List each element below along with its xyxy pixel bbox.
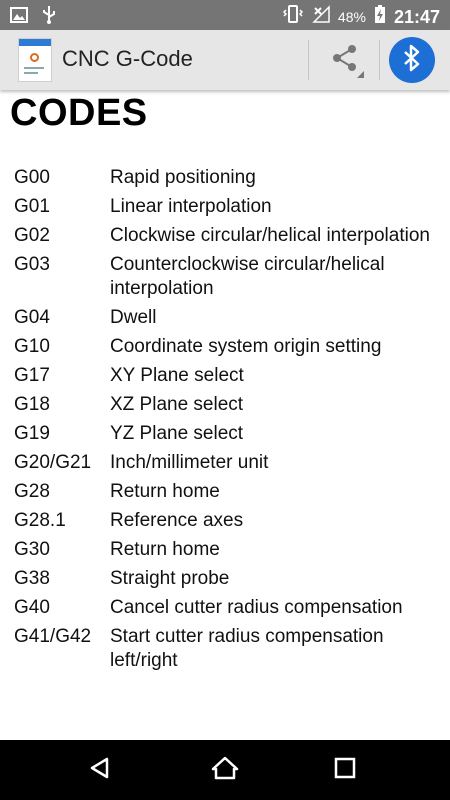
- code-cell: G03: [14, 254, 50, 275]
- description-cell: Rapid positioning: [110, 167, 256, 188]
- vibrate-icon: [282, 5, 304, 28]
- description-cell: XZ Plane select: [110, 394, 244, 415]
- table-row: G01 Linear interpolation: [0, 195, 450, 219]
- table-row: G28.1 Reference axes: [0, 509, 450, 533]
- app-title: CNC G-Code: [62, 46, 193, 71]
- app-bar: CNC G-Code: [0, 30, 450, 90]
- recents-icon: [334, 757, 356, 784]
- codes-table[interactable]: G00 Rapid positioning G01 Linear interpola…: [0, 166, 450, 676]
- status-bar: 48% 21:47: [0, 0, 450, 30]
- description-cell: Cancel cutter radius compensation: [110, 597, 403, 618]
- app-logo: [18, 38, 52, 82]
- battery-charging-icon: [374, 4, 386, 29]
- home-icon: [211, 756, 239, 785]
- share-icon: [330, 43, 360, 78]
- home-button[interactable]: [209, 754, 241, 786]
- code-cell: G18: [14, 394, 50, 415]
- table-row: G00 Rapid positioning: [0, 166, 450, 190]
- code-cell: G30: [14, 539, 50, 560]
- table-row: G28 Return home: [0, 480, 450, 504]
- code-cell: G00: [14, 167, 50, 188]
- code-cell: G41/G42: [14, 626, 92, 647]
- table-row: G10 Coordinate system origin setting: [0, 335, 450, 359]
- battery-percent: 48%: [337, 8, 366, 25]
- table-row: G40 Cancel cutter radius compensation: [0, 596, 450, 620]
- description-cell: Return home: [110, 539, 220, 560]
- description-cell: Start cutter radius compensation left/ri…: [110, 626, 384, 671]
- table-row: G38 Straight probe: [0, 567, 450, 591]
- bluetooth-button[interactable]: [389, 37, 435, 83]
- description-cell: Inch/millimeter unit: [110, 452, 269, 473]
- toolbar-divider: [379, 40, 380, 80]
- table-row: G18 XZ Plane select: [0, 393, 450, 417]
- description-cell: YZ Plane select: [110, 423, 244, 444]
- code-cell: G28.1: [14, 510, 66, 531]
- clock: 21:47: [393, 6, 440, 27]
- code-cell: G20/G21: [14, 452, 92, 473]
- back-button[interactable]: [84, 754, 116, 786]
- code-cell: G01: [14, 196, 50, 217]
- share-button[interactable]: [312, 30, 378, 90]
- bluetooth-icon: [400, 43, 424, 78]
- table-row: G03 Counterclockwise circular/helical int…: [0, 253, 450, 301]
- description-cell: Coordinate system origin setting: [110, 336, 382, 357]
- code-cell: G02: [14, 225, 50, 246]
- code-cell: G04: [14, 307, 50, 328]
- description-cell: Straight probe: [110, 568, 230, 589]
- code-cell: G38: [14, 568, 50, 589]
- code-cell: G10: [14, 336, 50, 357]
- description-cell: Linear interpolation: [110, 196, 272, 217]
- table-row: G04 Dwell: [0, 306, 450, 330]
- description-cell: Dwell: [110, 307, 157, 328]
- description-cell: Counterclockwise circular/helical interp…: [110, 254, 385, 299]
- page-heading: CODES: [10, 92, 148, 134]
- table-row: G41/G42 Start cutter radius compensation …: [0, 625, 450, 673]
- no-signal-icon: [312, 5, 330, 28]
- code-cell: G19: [14, 423, 50, 444]
- back-icon: [88, 756, 112, 785]
- table-row: G19 YZ Plane select: [0, 422, 450, 446]
- description-cell: Clockwise circular/helical interpolation: [110, 225, 430, 246]
- recents-button[interactable]: [329, 754, 361, 786]
- table-row: G17 XY Plane select: [0, 364, 450, 388]
- description-cell: Return home: [110, 481, 220, 502]
- table-row: G20/G21 Inch/millimeter unit: [0, 451, 450, 475]
- navigation-bar: [0, 740, 450, 800]
- description-cell: Reference axes: [110, 510, 244, 531]
- usb-icon: [42, 5, 56, 30]
- table-row: G02 Clockwise circular/helical interpolat…: [0, 224, 450, 248]
- code-cell: G17: [14, 365, 50, 386]
- image-notification-icon: [10, 7, 28, 28]
- toolbar-divider: [308, 40, 309, 80]
- code-cell: G28: [14, 481, 50, 502]
- code-cell: G40: [14, 597, 50, 618]
- description-cell: XY Plane select: [110, 365, 244, 386]
- table-row: G30 Return home: [0, 538, 450, 562]
